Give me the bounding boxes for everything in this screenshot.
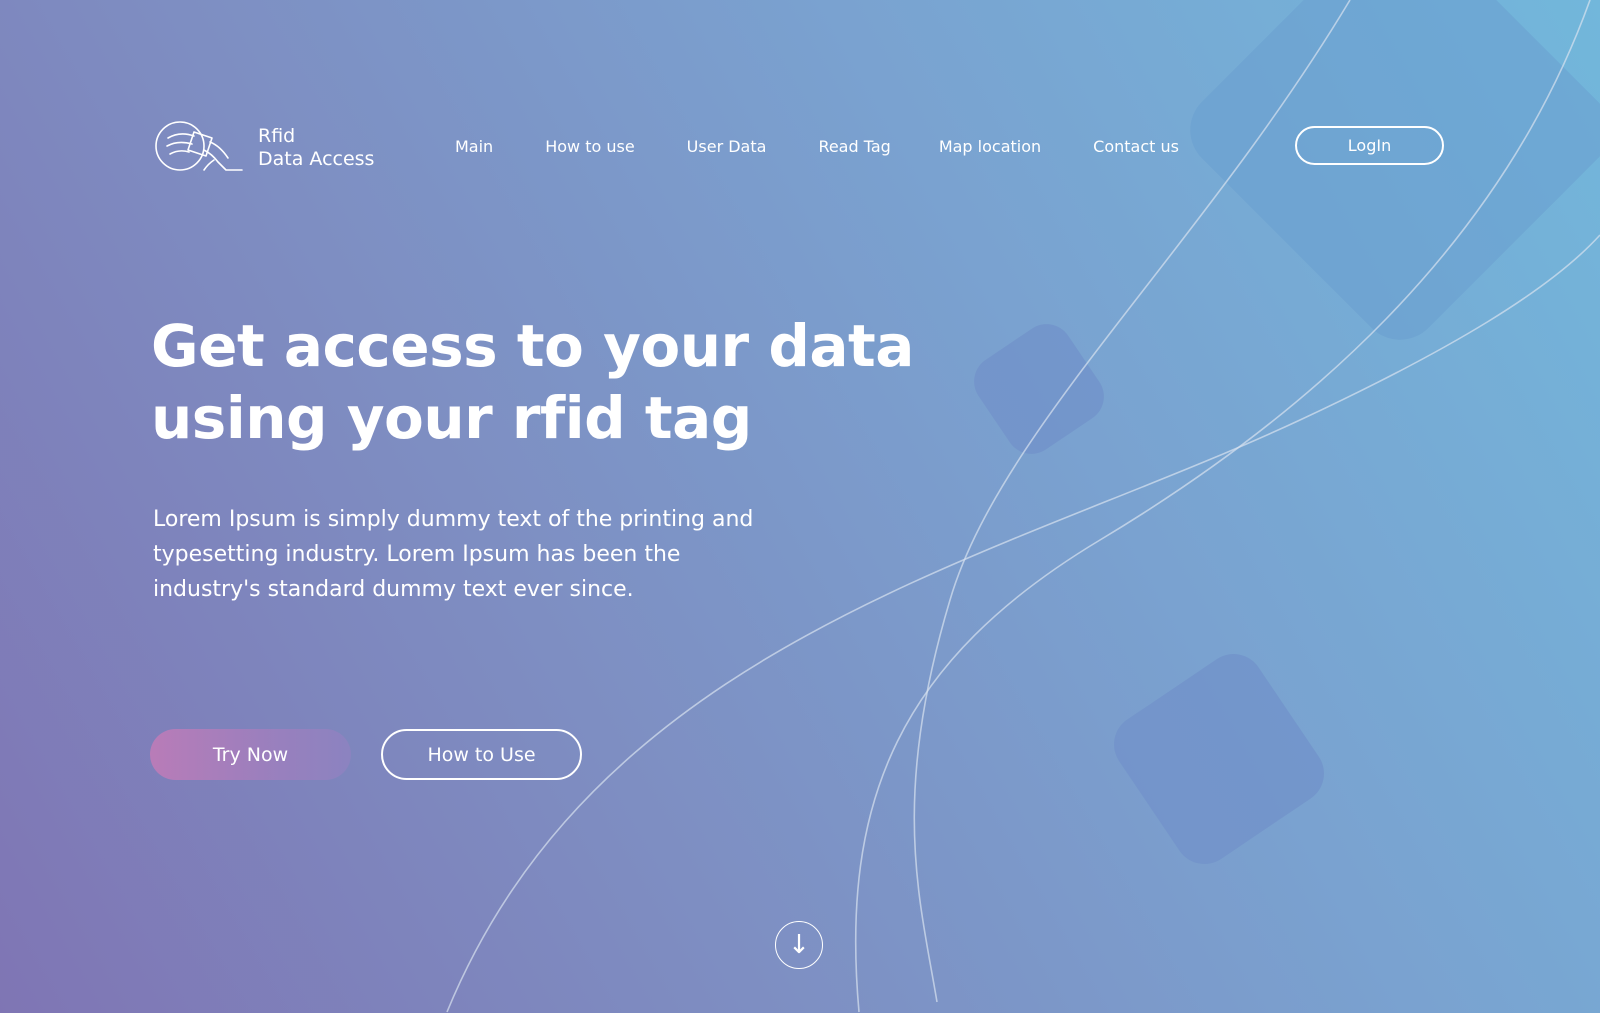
nav-item-main[interactable]: Main <box>455 137 493 156</box>
try-now-button[interactable]: Try Now <box>150 729 351 780</box>
hero-description-line2: typesetting industry. Lorem Ipsum has be… <box>153 542 681 567</box>
hero-description-line3: industry's standard dummy text ever sinc… <box>153 577 634 602</box>
main-nav: Main How to use User Data Read Tag Map l… <box>455 132 1179 160</box>
brand-logo[interactable]: Rfid Data Access <box>154 120 374 176</box>
brand-name: Rfid Data Access <box>258 125 374 171</box>
rfid-card-hand-icon <box>155 121 243 171</box>
brand-name-line2: Data Access <box>258 148 375 170</box>
scroll-down-button[interactable]: ↓ <box>775 921 823 969</box>
nav-item-contact-us[interactable]: Contact us <box>1093 137 1179 156</box>
login-button[interactable]: LogIn <box>1295 126 1444 165</box>
nav-item-user-data[interactable]: User Data <box>687 137 767 156</box>
decor-medium-square <box>974 324 1104 454</box>
hero-description-line1: Lorem Ipsum is simply dummy text of the … <box>153 507 754 532</box>
nav-item-read-tag[interactable]: Read Tag <box>818 137 890 156</box>
arrow-down-icon: ↓ <box>788 930 810 960</box>
hero-description: Lorem Ipsum is simply dummy text of the … <box>153 502 813 607</box>
decor-lower-square <box>1114 654 1324 864</box>
nav-item-how-to-use[interactable]: How to use <box>545 137 634 156</box>
bottom-edge <box>0 1013 1600 1023</box>
brand-name-line1: Rfid <box>258 125 296 147</box>
how-to-use-button[interactable]: How to Use <box>381 729 582 780</box>
hero-title-line1: Get access to your data <box>151 312 914 380</box>
nav-item-map-location[interactable]: Map location <box>939 137 1041 156</box>
hero-title: Get access to your data using your rfid … <box>151 310 931 454</box>
decor-large-diamond <box>1190 0 1600 340</box>
hero-title-line2: using your rfid tag <box>151 384 752 452</box>
